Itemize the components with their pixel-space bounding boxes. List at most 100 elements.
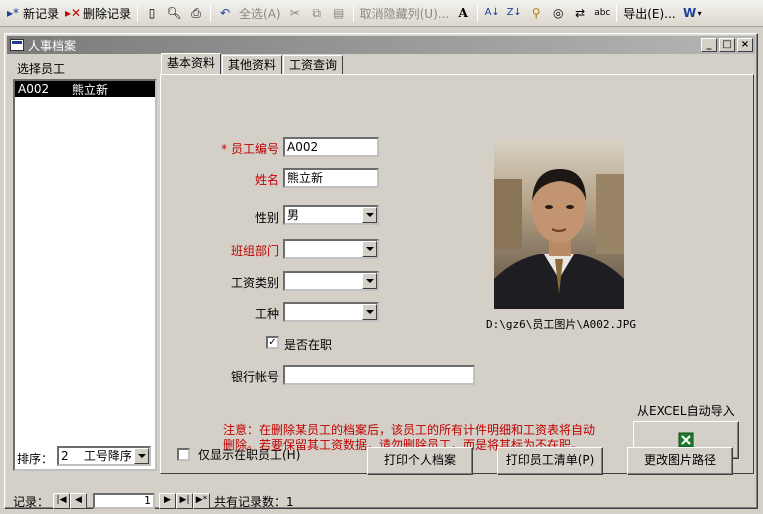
total-records: 共有记录数：1: [214, 494, 294, 509]
print-employee-list-button[interactable]: 打印员工清单(P): [497, 447, 603, 475]
dept-label: 班组部门: [230, 244, 279, 258]
minimize-button[interactable]: _: [701, 38, 717, 52]
chevron-down-icon[interactable]: [134, 448, 149, 464]
only-active-checkbox[interactable]: [177, 448, 190, 461]
record-label: 记录：: [13, 494, 50, 509]
tab-other-info[interactable]: 其他资料: [222, 55, 283, 74]
tab-basic-info[interactable]: 基本资料: [161, 53, 222, 74]
only-active-option[interactable]: 仅显示在职员工(H): [177, 446, 300, 463]
select-all-button[interactable]: 全选(A): [236, 2, 284, 24]
spelling-icon: abc: [594, 8, 611, 18]
book-icon: ▯: [148, 6, 156, 20]
name-field[interactable]: 熊立新: [283, 168, 379, 188]
sort-ascending-icon: A↓: [484, 7, 500, 18]
word-button[interactable]: W ▾: [679, 2, 705, 24]
only-active-label: 仅显示在职员工(H): [198, 448, 301, 462]
chevron-down-icon[interactable]: [362, 207, 377, 223]
paste-button[interactable]: ▤: [328, 2, 350, 24]
gender-value: 男: [287, 208, 300, 222]
find-button[interactable]: ◎: [547, 2, 569, 24]
portrait-image: [494, 139, 624, 309]
first-record-button[interactable]: |◀: [53, 493, 71, 509]
print-preview-icon: 🔍︎: [166, 6, 182, 20]
replace-button[interactable]: ⇄: [569, 2, 591, 24]
excel-import-label: 从EXCEL自动导入: [637, 404, 735, 418]
list-item[interactable]: A002 熊立新: [15, 81, 155, 97]
record-navigator: 记录： |◀ ◀ 1 ▶ ▶| ▶* 共有记录数：1: [13, 491, 294, 511]
employed-checkbox[interactable]: ✓: [266, 336, 279, 349]
salary-type-select[interactable]: [283, 271, 379, 291]
print-profile-button[interactable]: 打印个人档案: [367, 447, 473, 475]
prev-record-button[interactable]: ◀: [70, 493, 88, 509]
excel-icon: [678, 432, 694, 448]
export-button[interactable]: 导出(E)...: [620, 2, 678, 24]
binoculars-icon: ◎: [552, 6, 564, 20]
copy-button[interactable]: ⧉: [306, 2, 328, 24]
scissors-icon: ✂: [289, 6, 300, 20]
last-record-button[interactable]: ▶|: [176, 493, 194, 509]
toolbar-separator: [477, 4, 479, 22]
unhide-columns-button[interactable]: 取消隐藏列(U)...: [357, 2, 453, 24]
maximize-button[interactable]: □: [719, 38, 735, 52]
filter-button[interactable]: ⚲: [525, 2, 547, 24]
sort-value: 2 工号降序: [61, 449, 132, 463]
copy-icon: ⧉: [312, 6, 321, 20]
chevron-down-icon[interactable]: [362, 304, 377, 320]
cut-button[interactable]: ✂: [284, 2, 306, 24]
photo-path-text: D:\gz6\员工图片\A002.JPG: [486, 318, 636, 331]
employee-photo: [494, 139, 624, 309]
personnel-window: 人事档案 _ □ × 选择员工 A002 熊立新 基本资料 其他资料 工资查询 …: [4, 33, 758, 509]
employee-list[interactable]: A002 熊立新: [13, 79, 157, 471]
printer-icon: ⎙: [191, 6, 201, 20]
replace-icon: ⇄: [575, 6, 586, 20]
delete-record-icon: ▸✕: [65, 6, 82, 20]
sort-descending-icon: Z↓: [506, 7, 522, 18]
window-title: 人事档案: [28, 38, 77, 53]
undo-button[interactable]: ↶: [214, 2, 236, 24]
toolbar-separator: [210, 4, 212, 22]
new-record-button[interactable]: ▸* 新记录: [2, 2, 62, 24]
undo-icon: ↶: [220, 6, 231, 20]
basic-info-panel: * 员工编号 A002 姓名 熊立新 性别 男 班组部门 工资类别 工种 ✓ 是…: [160, 74, 754, 474]
window-titlebar[interactable]: 人事档案 _ □ ×: [7, 36, 755, 54]
name-label: 姓名: [254, 173, 279, 187]
job-label: 工种: [254, 307, 279, 321]
sort-ascending-button[interactable]: A↓: [481, 2, 503, 24]
window-controls: _ □ ×: [701, 38, 753, 52]
change-photo-path-button[interactable]: 更改图片路径: [627, 447, 733, 475]
sort-label: 排序：: [17, 452, 54, 466]
word-icon: W: [682, 6, 697, 20]
view-button[interactable]: ▯: [141, 2, 163, 24]
employee-id: A002: [18, 82, 50, 96]
job-select[interactable]: [283, 302, 379, 322]
chevron-down-icon[interactable]: [362, 241, 377, 257]
chevron-down-icon[interactable]: [362, 273, 377, 289]
salary-type-label: 工资类别: [230, 276, 279, 290]
employee-name: 熊立新: [72, 82, 109, 97]
close-button[interactable]: ×: [737, 38, 753, 52]
dept-select[interactable]: [283, 239, 379, 259]
print-button[interactable]: ⎙: [185, 2, 207, 24]
toolbar-separator: [616, 4, 618, 22]
filter-icon: ⚲: [531, 6, 541, 20]
emp-id-field[interactable]: A002: [283, 137, 379, 157]
spelling-button[interactable]: abc: [591, 2, 613, 24]
sort-descending-button[interactable]: Z↓: [503, 2, 525, 24]
record-number-input[interactable]: 1: [93, 493, 156, 509]
select-employee-label: 选择员工: [17, 62, 66, 76]
font-button[interactable]: A: [452, 2, 474, 24]
emp-id-label: * 员工编号: [221, 142, 279, 156]
sort-select[interactable]: 2 工号降序: [57, 446, 151, 466]
new-nav-record-button[interactable]: ▶*: [193, 493, 211, 509]
delete-record-button[interactable]: ▸✕ 删除记录: [62, 2, 134, 24]
print-preview-button[interactable]: 🔍︎: [163, 2, 185, 24]
bank-label: 银行帐号: [230, 370, 279, 384]
bank-account-field[interactable]: [283, 365, 475, 385]
gender-label: 性别: [254, 211, 279, 225]
next-record-button[interactable]: ▶: [159, 493, 177, 509]
employed-label: 是否在职: [284, 338, 333, 352]
form-icon: [10, 39, 24, 51]
gender-select[interactable]: 男: [283, 205, 379, 225]
tab-salary-query[interactable]: 工资查询: [283, 55, 344, 74]
toolbar: ▸* 新记录 ▸✕ 删除记录 ▯ 🔍︎ ⎙ ↶ 全选(A) ✂ ⧉ ▤ 取消隐藏…: [0, 0, 763, 27]
